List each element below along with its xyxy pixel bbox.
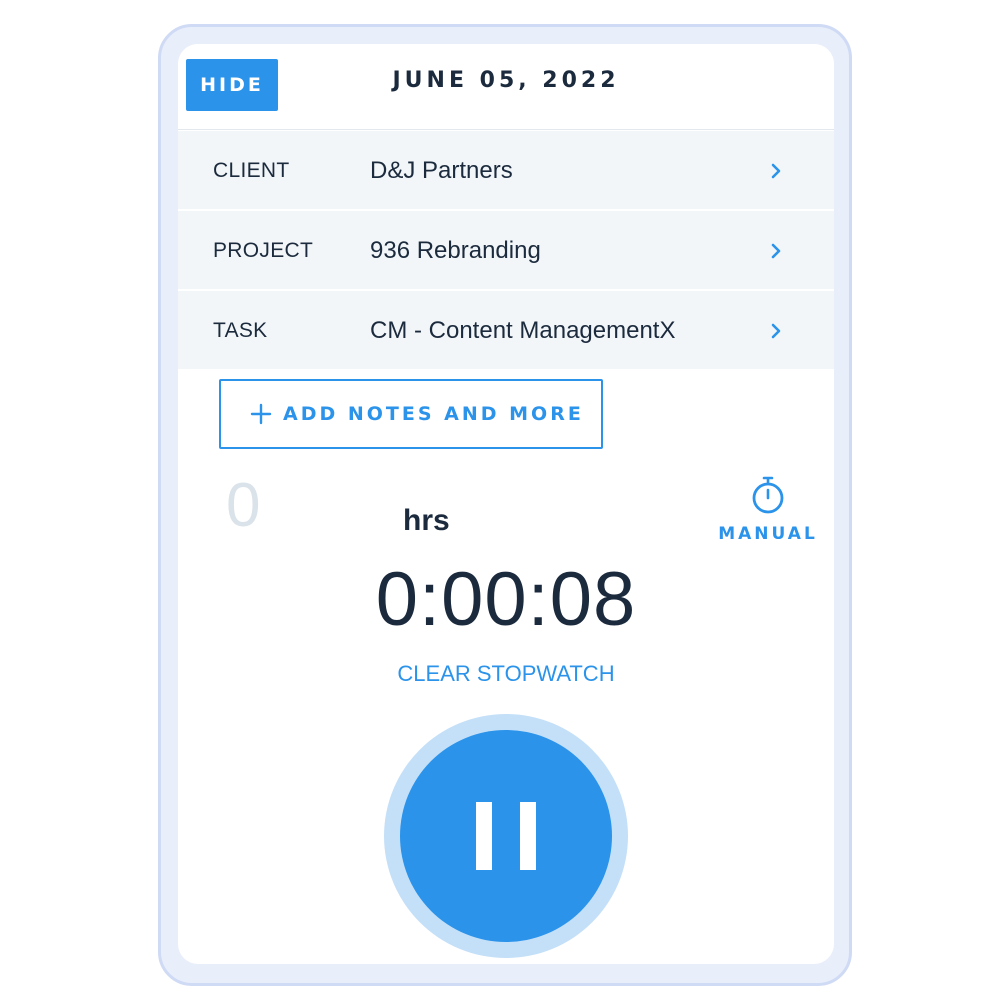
project-row[interactable]: PROJECT 936 Rebranding bbox=[178, 211, 834, 291]
task-label: TASK bbox=[213, 319, 268, 342]
manual-mode-button[interactable]: MANUAL bbox=[716, 476, 820, 546]
pause-icon bbox=[476, 802, 536, 870]
client-row[interactable]: CLIENT D&J Partners bbox=[178, 131, 834, 211]
chevron-right-icon bbox=[771, 243, 781, 259]
stopwatch-display: 0:00:08 bbox=[375, 557, 637, 642]
add-notes-button[interactable]: ADD NOTES AND MORE bbox=[219, 379, 603, 449]
project-label: PROJECT bbox=[213, 239, 314, 262]
top-bar: HIDE JUNE 05, 2022 bbox=[178, 44, 834, 130]
stopwatch-icon bbox=[752, 476, 784, 514]
hours-unit-label: hrs bbox=[403, 504, 450, 537]
project-value: 936 Rebranding bbox=[370, 237, 541, 264]
chevron-right-icon bbox=[771, 323, 781, 339]
task-value: CM - Content ManagementX bbox=[370, 317, 676, 344]
pause-button[interactable] bbox=[400, 730, 612, 942]
plus-icon bbox=[250, 403, 272, 425]
client-value: D&J Partners bbox=[370, 157, 513, 184]
clear-stopwatch-link[interactable]: CLEAR STOPWATCH bbox=[178, 661, 834, 687]
date-heading: JUNE 05, 2022 bbox=[392, 68, 620, 93]
add-notes-label: ADD NOTES AND MORE bbox=[283, 403, 584, 425]
manual-label: MANUAL bbox=[718, 524, 818, 544]
chevron-right-icon bbox=[771, 163, 781, 179]
task-row[interactable]: TASK CM - Content ManagementX bbox=[178, 291, 834, 371]
entry-fields: CLIENT D&J Partners PROJECT 936 Rebrandi… bbox=[178, 131, 834, 371]
timer-screen: HIDE JUNE 05, 2022 CLIENT D&J Partners P… bbox=[178, 44, 834, 964]
client-label: CLIENT bbox=[213, 159, 290, 182]
hours-input[interactable]: 0 bbox=[226, 470, 260, 541]
